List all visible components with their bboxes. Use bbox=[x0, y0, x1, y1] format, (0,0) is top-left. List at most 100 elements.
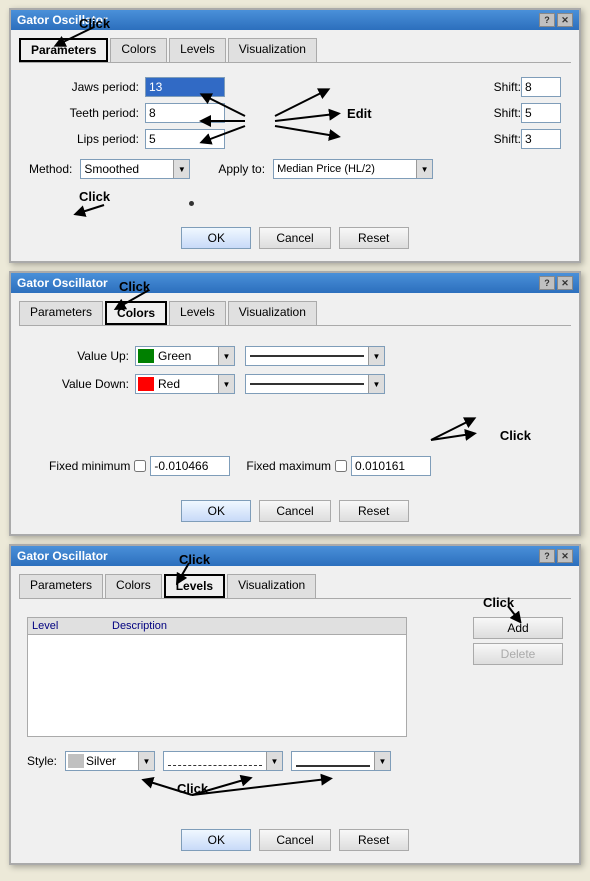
value-down-color-name: Red bbox=[156, 377, 218, 391]
value-down-label: Value Down: bbox=[39, 377, 129, 391]
apply-label: Apply to: bbox=[218, 162, 265, 176]
red-swatch bbox=[138, 377, 154, 391]
value-down-color-arrow[interactable]: ▼ bbox=[218, 375, 234, 393]
click3-annotation: Click bbox=[500, 428, 531, 443]
value-down-color-select[interactable]: Red ▼ bbox=[135, 374, 235, 394]
jaws-row: Jaws period: Shift: bbox=[29, 77, 561, 97]
tab-visualization-1[interactable]: Visualization bbox=[228, 38, 317, 62]
dot-1 bbox=[189, 201, 194, 206]
reset-button-3[interactable]: Reset bbox=[339, 829, 409, 851]
lips-period-input[interactable] bbox=[145, 129, 225, 149]
style-color-arrow[interactable]: ▼ bbox=[138, 752, 154, 770]
value-up-line-arrow[interactable]: ▼ bbox=[368, 347, 384, 365]
value-down-row: Value Down: Red ▼ ▼ bbox=[39, 374, 551, 394]
value-down-line-arrow[interactable]: ▼ bbox=[368, 375, 384, 393]
click3-arrows bbox=[331, 402, 491, 452]
method-value: Smoothed bbox=[81, 161, 173, 177]
width-select[interactable]: ▼ bbox=[291, 751, 391, 771]
dialog-levels: Gator Oscillator ? ✕ Click Paramet bbox=[9, 544, 581, 865]
teeth-row: Teeth period: Edit bbox=[29, 103, 561, 123]
method-row: Method: Smoothed ▼ Apply to: Median Pric… bbox=[19, 159, 571, 179]
dialog-body-2: Click Parameters Colors Levels Visualiza… bbox=[11, 293, 579, 534]
fixed-max-input[interactable] bbox=[351, 456, 431, 476]
help-btn-2[interactable]: ? bbox=[539, 276, 555, 290]
click5-annotation: Click bbox=[177, 781, 208, 796]
reset-button-2[interactable]: Reset bbox=[339, 500, 409, 522]
add-click-container: Click Add bbox=[473, 617, 563, 639]
button-row-3: OK Cancel Reset bbox=[19, 829, 571, 851]
tab-visualization-2[interactable]: Visualization bbox=[228, 301, 317, 325]
fixed-max-group: Fixed maximum bbox=[246, 456, 431, 476]
tab-colors-1[interactable]: Colors bbox=[110, 38, 167, 62]
style-color-select[interactable]: Silver ▼ bbox=[65, 751, 155, 771]
dialog-parameters: Gator Oscillator ? ✕ Click bbox=[9, 8, 581, 263]
help-btn-1[interactable]: ? bbox=[539, 13, 555, 27]
value-up-line-preview bbox=[250, 355, 364, 357]
parameters-section: Jaws period: Shift: Teeth period: bbox=[19, 73, 571, 159]
jaws-shift-input[interactable] bbox=[521, 77, 561, 97]
method-select[interactable]: Smoothed ▼ bbox=[80, 159, 190, 179]
width-arrow[interactable]: ▼ bbox=[374, 752, 390, 770]
dialog-body-1: Click Parameters Colors Levels Visualiza… bbox=[11, 30, 579, 261]
close-btn-1[interactable]: ✕ bbox=[557, 13, 573, 27]
fixed-min-input[interactable] bbox=[150, 456, 230, 476]
teeth-shift-label: Shift: bbox=[494, 106, 521, 120]
tab-colors-3[interactable]: Colors bbox=[105, 574, 162, 598]
cancel-button-2[interactable]: Cancel bbox=[259, 500, 330, 522]
silver-swatch bbox=[68, 754, 84, 768]
level-col-header: Level bbox=[32, 620, 112, 632]
click4-annotation: Click bbox=[483, 595, 514, 610]
edit-annotation-container: Edit bbox=[225, 106, 494, 121]
titlebar-buttons-2: ? ✕ bbox=[539, 276, 573, 290]
cancel-button-1[interactable]: Cancel bbox=[259, 227, 330, 249]
tabs-2: Parameters Colors Levels Visualization bbox=[19, 301, 571, 326]
apply-arrow[interactable]: ▼ bbox=[416, 160, 432, 178]
help-btn-3[interactable]: ? bbox=[539, 549, 555, 563]
fixed-max-checkbox[interactable] bbox=[335, 460, 347, 472]
tab-parameters-3[interactable]: Parameters bbox=[19, 574, 103, 598]
close-btn-3[interactable]: ✕ bbox=[557, 549, 573, 563]
apply-value: Median Price (HL/2) bbox=[274, 162, 416, 176]
dash-arrow[interactable]: ▼ bbox=[266, 752, 282, 770]
lips-shift-input[interactable] bbox=[521, 129, 561, 149]
method-arrow[interactable]: ▼ bbox=[173, 160, 189, 178]
ok-button-2[interactable]: OK bbox=[181, 500, 251, 522]
tab-visualization-3[interactable]: Visualization bbox=[227, 574, 316, 598]
lips-left: Lips period: bbox=[29, 129, 225, 149]
titlebar-buttons-3: ? ✕ bbox=[539, 549, 573, 563]
button-row-1: OK Cancel Reset bbox=[19, 227, 571, 249]
value-up-line-select[interactable]: ▼ bbox=[245, 346, 385, 366]
click5-container: Click bbox=[27, 771, 563, 811]
teeth-left: Teeth period: bbox=[29, 103, 225, 123]
delete-button[interactable]: Delete bbox=[473, 643, 563, 665]
dialog-body-3: Click Parameters Colors Levels Visualiza… bbox=[11, 566, 579, 863]
dash-select[interactable]: ▼ bbox=[163, 751, 283, 771]
cancel-button-3[interactable]: Cancel bbox=[259, 829, 330, 851]
close-btn-2[interactable]: ✕ bbox=[557, 276, 573, 290]
value-up-color-select[interactable]: Green ▼ bbox=[135, 346, 235, 366]
width-line bbox=[296, 765, 370, 767]
title-3: Gator Oscillator bbox=[17, 549, 108, 563]
value-down-line-select[interactable]: ▼ bbox=[245, 374, 385, 394]
tab-levels-3[interactable]: Levels bbox=[164, 574, 225, 598]
ok-button-1[interactable]: OK bbox=[181, 227, 251, 249]
ok-button-3[interactable]: OK bbox=[181, 829, 251, 851]
teeth-period-input[interactable] bbox=[145, 103, 225, 123]
teeth-label: Teeth period: bbox=[29, 106, 139, 120]
click2-container: Click bbox=[19, 187, 571, 217]
apply-select[interactable]: Median Price (HL/2) ▼ bbox=[273, 159, 433, 179]
reset-button-1[interactable]: Reset bbox=[339, 227, 409, 249]
value-up-color-arrow[interactable]: ▼ bbox=[218, 347, 234, 365]
click3-container: Click bbox=[39, 402, 551, 452]
click-annotation-3: Click bbox=[179, 552, 210, 567]
fixed-min-checkbox[interactable] bbox=[134, 460, 146, 472]
titlebar-buttons-1: ? ✕ bbox=[539, 13, 573, 27]
tab-colors-2[interactable]: Colors bbox=[105, 301, 167, 325]
add-button[interactable]: Add bbox=[473, 617, 563, 639]
tab-levels-1[interactable]: Levels bbox=[169, 38, 226, 62]
tab-parameters-2[interactable]: Parameters bbox=[19, 301, 103, 325]
tab-levels-2[interactable]: Levels bbox=[169, 301, 226, 325]
teeth-shift-input[interactable] bbox=[521, 103, 561, 123]
button-row-2: OK Cancel Reset bbox=[19, 500, 571, 522]
jaws-period-input[interactable] bbox=[145, 77, 225, 97]
